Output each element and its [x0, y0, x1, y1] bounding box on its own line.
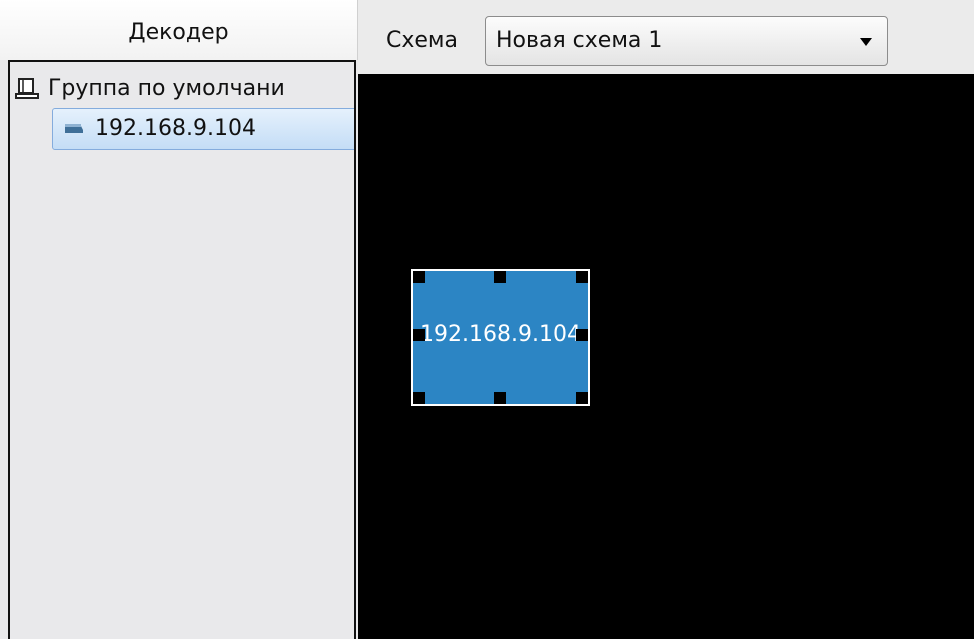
- decoder-header: Декодер: [0, 0, 358, 60]
- resize-handle-top[interactable]: [494, 271, 506, 283]
- resize-handle-left[interactable]: [413, 329, 425, 341]
- scheme-selected-value: Новая схема 1: [496, 28, 663, 53]
- tree-group-label: Группа по умолчани: [48, 76, 285, 101]
- decoder-device-icon: [65, 124, 83, 133]
- monitor-group-icon: [15, 78, 39, 99]
- scheme-select[interactable]: Новая схема 1: [485, 16, 888, 66]
- layout-canvas[interactable]: 192.168.9.104: [358, 74, 974, 639]
- tree-device-label: 192.168.9.104: [95, 116, 256, 141]
- decoder-tree[interactable]: Группа по умолчани 192.168.9.104: [8, 60, 356, 639]
- resize-handle-top-right[interactable]: [576, 271, 588, 283]
- scheme-label: Схема: [386, 28, 458, 53]
- decoder-title: Декодер: [128, 20, 229, 45]
- decoder-panel: Декодер Группа по умолчани 192.168.9.104: [0, 0, 358, 639]
- resize-handle-bottom[interactable]: [494, 392, 506, 404]
- decoder-window-label: 192.168.9.104: [420, 322, 581, 347]
- tree-device-item[interactable]: 192.168.9.104: [52, 108, 354, 150]
- resize-handle-top-left[interactable]: [413, 271, 425, 283]
- chevron-down-icon[interactable]: [859, 37, 873, 47]
- resize-handle-right[interactable]: [576, 329, 588, 341]
- scheme-toolbar: Схема Новая схема 1: [358, 0, 974, 74]
- decoder-window[interactable]: 192.168.9.104: [411, 269, 590, 406]
- resize-handle-bottom-right[interactable]: [576, 392, 588, 404]
- resize-handle-bottom-left[interactable]: [413, 392, 425, 404]
